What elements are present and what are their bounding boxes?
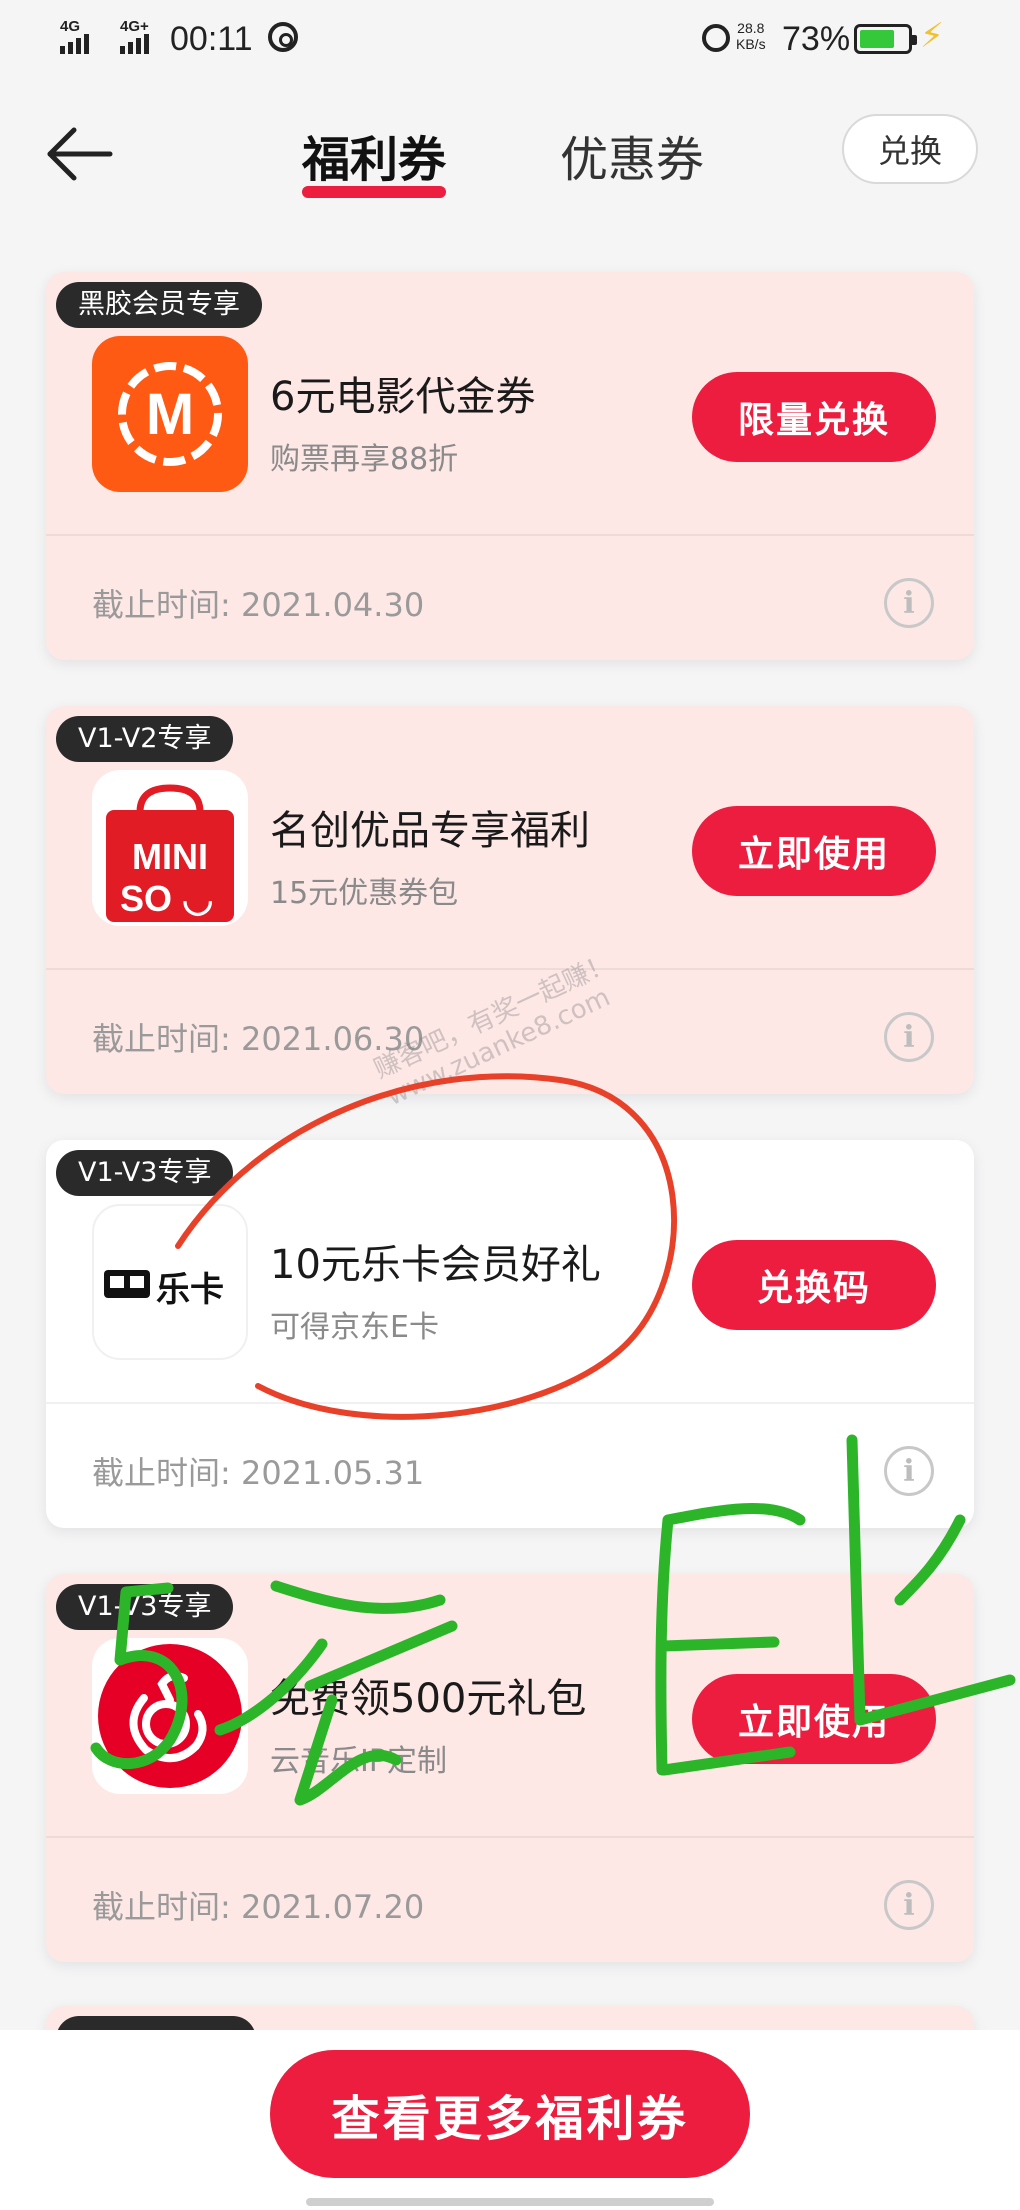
coupon-card: 黑胶会员专享 M 6元电影代金券 购票再享88折 限量兑换 截止时间: 2021… (46, 272, 974, 660)
coupon-subtitle: 云音乐IP定制 (270, 1744, 447, 1779)
info-icon[interactable]: i (884, 1012, 934, 1062)
coupon-card: V1-V3专享 乐卡 10元乐卡会员好礼 可得京东E卡 兑换码 截止时间: 20… (46, 1140, 974, 1528)
coupon-deadline: 截止时间: 2021.07.20 (92, 1888, 425, 1926)
coupon-title: 6元电影代金券 (270, 374, 536, 420)
top-nav: 福利券 优惠券 兑换 (0, 90, 1020, 220)
membership-badge: V1-V3专享 (56, 1150, 234, 1196)
tab-welfare-coupons[interactable]: 福利券 (302, 120, 447, 198)
miniso-logo: MINI SO ◡ (92, 770, 248, 926)
maoyan-logo: M (92, 336, 248, 492)
maoyan-logo-letter: M (145, 381, 195, 447)
membership-badge: 黑胶会员专享 (56, 282, 262, 328)
alarm-icon (702, 24, 730, 52)
coupon-title: 10元乐卡会员好礼 (270, 1242, 601, 1288)
card-divider (46, 1836, 974, 1838)
tab-discount-coupons[interactable]: 优惠券 (560, 120, 704, 190)
membership-badge: V1-V3专享 (56, 1584, 234, 1630)
redeem-code-button[interactable]: 兑换码 (692, 1240, 936, 1330)
network-type-1: 4G (60, 18, 81, 35)
info-icon[interactable]: i (884, 578, 934, 628)
battery-icon (854, 24, 917, 54)
coupon-title: 名创优品专享福利 (270, 808, 590, 854)
membership-badge: V1-V2专享 (56, 716, 234, 762)
coupon-card: V1-V3专享 免费领500元礼包 云音乐IP定制 立即使用 截止时间: 202… (46, 1574, 974, 1962)
charging-bolt-icon: ⚡ (920, 17, 944, 55)
info-icon[interactable]: i (884, 1446, 934, 1496)
speed-unit: KB/s (736, 36, 766, 52)
network-type-2: 4G+ (120, 18, 149, 35)
battery-fill (860, 30, 894, 48)
bottom-bar: 查看更多福利券 (0, 2030, 1020, 2210)
miniso-logo-so: SO (120, 878, 173, 919)
tab-label: 优惠券 (560, 132, 705, 188)
card-divider (46, 534, 974, 536)
tab-label: 福利券 (302, 132, 447, 188)
leka-logo: 乐卡 (92, 1204, 248, 1360)
back-arrow-icon (47, 127, 113, 181)
info-icon[interactable]: i (884, 1880, 934, 1930)
signal-icon: 4G (60, 18, 108, 58)
status-time: 00:11 (170, 20, 253, 58)
coupon-deadline: 截止时间: 2021.06.30 (92, 1020, 425, 1058)
status-bar: 4G 4G+ 00:11 28.8 KB/s 73% ⚡ (0, 0, 1020, 80)
signal-group: 4G 4G+ (60, 18, 168, 58)
home-indicator[interactable] (306, 2198, 714, 2206)
card-divider (46, 1402, 974, 1404)
card-divider (46, 968, 974, 970)
coupon-deadline: 截止时间: 2021.04.30 (92, 586, 425, 624)
leka-logo-text: 乐卡 (156, 1270, 224, 1310)
netease-status-icon (268, 22, 298, 52)
miniso-logo-text-2: SO ◡ (120, 878, 213, 920)
use-now-button[interactable]: 立即使用 (692, 1674, 936, 1764)
coupon-deadline: 截止时间: 2021.05.31 (92, 1454, 425, 1492)
network-speed: 28.8 KB/s (736, 20, 766, 52)
limited-redeem-button[interactable]: 限量兑换 (692, 372, 936, 462)
back-button[interactable] (44, 118, 116, 190)
coupon-subtitle: 可得京东E卡 (270, 1310, 439, 1345)
coupon-subtitle: 15元优惠券包 (270, 876, 459, 911)
redeem-button[interactable]: 兑换 (842, 114, 978, 184)
signal-icon: 4G+ (120, 18, 168, 58)
smile-glyph: ◡ (172, 878, 214, 919)
use-now-button[interactable]: 立即使用 (692, 806, 936, 896)
miniso-logo-text-1: MINI (132, 836, 208, 877)
battery-percent: 73% (782, 20, 851, 58)
speed-value: 28.8 (737, 20, 765, 36)
coupon-subtitle: 购票再享88折 (270, 442, 459, 477)
coupon-title: 免费领500元礼包 (270, 1676, 587, 1722)
netease-music-logo (92, 1638, 248, 1794)
view-more-coupons-button[interactable]: 查看更多福利券 (270, 2050, 750, 2178)
